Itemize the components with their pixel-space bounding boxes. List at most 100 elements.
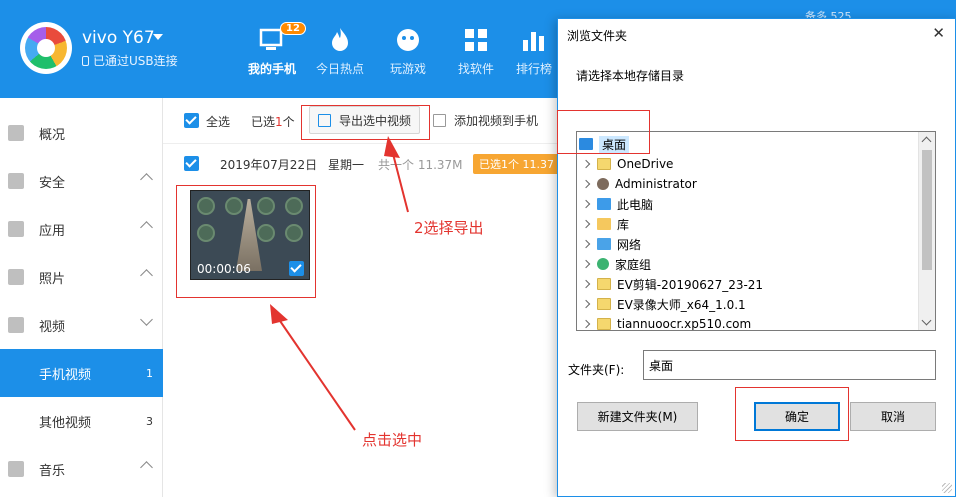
tree-item-network[interactable]: 网络 [577, 234, 920, 254]
add-video-button[interactable]: 添加视频到手机 [425, 106, 546, 134]
tree-item-library[interactable]: 库 [577, 214, 920, 234]
tree-item-tiannuoocr[interactable]: tiannuoocr.xp510.com [577, 314, 920, 331]
sidebar-item-security[interactable]: 安全 [0, 157, 163, 205]
tree-item-label: 网络 [617, 237, 642, 252]
device-dropdown-icon[interactable] [153, 34, 163, 40]
expand-icon[interactable] [581, 199, 591, 209]
dialog-prompt: 请选择本地存储目录 [576, 69, 685, 83]
tree-item-label: 库 [617, 217, 630, 232]
tree-item-ev-edit[interactable]: EV剪辑-20190627_23-21 [577, 274, 920, 294]
date-group-checkbox[interactable] [184, 156, 199, 171]
device-status: 已通过USB连接 [82, 52, 178, 69]
nav-badge: 12 [280, 22, 306, 35]
nav-software[interactable]: 找软件 [444, 26, 508, 77]
scroll-thumb[interactable] [922, 150, 932, 270]
date-text: 2019年07月22日 [220, 158, 318, 172]
tree-item-label: EV录像大师_x64_1.0.1 [617, 297, 746, 312]
tree-item-label: OneDrive [617, 157, 674, 171]
total-size-text: 共一个 11.37M [378, 158, 463, 172]
nav-hot-today[interactable]: 今日热点 [308, 26, 372, 77]
expand-icon[interactable] [581, 159, 591, 169]
computer-icon [597, 198, 611, 210]
sidebar-item-label: 概况 [39, 127, 66, 143]
chevron-up-icon [140, 173, 153, 186]
expand-icon[interactable] [581, 319, 591, 329]
chevron-up-icon [140, 221, 153, 234]
tree-item-label: tiannuoocr.xp510.com [617, 317, 752, 331]
game-pad-icon [397, 29, 419, 51]
tree-item-label: Administrator [615, 177, 697, 191]
scroll-up-icon[interactable] [921, 136, 932, 147]
tree-item-this-pc[interactable]: 此电脑 [577, 194, 920, 214]
tree-item-label: 家庭组 [615, 257, 652, 272]
sidebar-item-phone-videos[interactable]: 手机视频 1 [0, 349, 163, 397]
tree-scrollbar[interactable] [918, 132, 935, 330]
sidebar-item-photos[interactable]: 照片 [0, 253, 163, 301]
sidebar-item-videos[interactable]: 视频 [0, 301, 163, 349]
chevron-up-icon [140, 269, 153, 282]
selected-badge: 已选1个 11.37 [473, 154, 560, 174]
expand-icon[interactable] [581, 239, 591, 249]
nav-label: 我的手机 [247, 62, 296, 76]
tree-item-label: EV剪辑-20190627_23-21 [617, 277, 764, 292]
sidebar-item-overview[interactable]: 概况 [0, 109, 163, 157]
annotation-desktop-box [557, 110, 650, 154]
cancel-button[interactable]: 取消 [850, 402, 936, 431]
resize-grip-icon[interactable] [942, 483, 952, 493]
nav-games[interactable]: 玩游戏 [376, 26, 440, 77]
folder-icon [597, 158, 611, 170]
folder-field-label: 文件夹(F): [568, 363, 625, 377]
shield-icon [8, 173, 24, 189]
tree-item-onedrive[interactable]: OneDrive [577, 154, 920, 174]
selected-suffix: 个 [282, 115, 295, 129]
expand-icon[interactable] [581, 279, 591, 289]
sidebar-item-music[interactable]: 音乐 [0, 445, 163, 493]
sidebar-item-label: 安全 [39, 175, 66, 191]
annotation-step2-text: 2选择导出 [414, 219, 484, 237]
sidebar-item-other-videos[interactable]: 其他视频 3 [0, 397, 163, 445]
expand-icon[interactable] [581, 179, 591, 189]
usb-icon [82, 56, 89, 66]
add-icon [433, 113, 446, 127]
folder-icon [597, 298, 611, 310]
apps-grid-icon [465, 29, 487, 51]
sidebar: 概况 安全 应用 照片 视频 手机视频 1 其他视频 3 音乐 [0, 98, 163, 497]
annotation-step1-text: 点击选中 [362, 431, 423, 449]
device-status-text: 已通过USB连接 [93, 54, 178, 68]
dialog-title: 浏览文件夹 [567, 29, 628, 43]
new-folder-button[interactable]: 新建文件夹(M) [577, 402, 698, 431]
sidebar-item-count: 3 [146, 414, 153, 428]
selected-prefix: 已选 [251, 115, 276, 129]
nav-my-phone[interactable]: 12 我的手机 [240, 22, 306, 77]
home-icon [8, 125, 24, 141]
sidebar-item-label: 其他视频 [39, 415, 92, 431]
nav-ranking[interactable]: 排行榜 [512, 26, 556, 77]
expand-icon[interactable] [581, 259, 591, 269]
network-icon [597, 238, 611, 250]
annotation-ok-box [735, 387, 849, 441]
tree-item-ev-recorder[interactable]: EV录像大师_x64_1.0.1 [577, 294, 920, 314]
folder-input[interactable] [643, 350, 936, 380]
scroll-down-icon[interactable] [921, 315, 932, 326]
tree-item-label: 此电脑 [617, 197, 654, 212]
sidebar-item-label: 视频 [39, 319, 66, 335]
apps-icon [8, 221, 24, 237]
tree-item-homegroup[interactable]: 家庭组 [577, 254, 920, 274]
expand-icon[interactable] [581, 219, 591, 229]
sidebar-item-label: 音乐 [39, 463, 66, 479]
folder-tree[interactable]: 桌面 OneDrive Administrator 此电脑 库 网络 家庭组 E… [576, 131, 936, 331]
sidebar-item-apps[interactable]: 应用 [0, 205, 163, 253]
select-all-label[interactable]: 全选 [206, 113, 230, 130]
expand-icon[interactable] [581, 299, 591, 309]
device-name[interactable]: vivo Y67 [82, 28, 155, 48]
nav-label: 今日热点 [315, 62, 364, 76]
close-icon[interactable]: ✕ [932, 24, 945, 42]
sidebar-item-label: 手机视频 [39, 367, 92, 383]
select-all-checkbox[interactable] [184, 113, 199, 128]
add-label: 添加视频到手机 [454, 113, 539, 128]
tree-item-administrator[interactable]: Administrator [577, 174, 920, 194]
homegroup-icon [597, 258, 609, 270]
app-logo-icon [20, 22, 72, 74]
nav-label: 玩游戏 [389, 62, 426, 76]
sidebar-item-count: 1 [146, 366, 153, 380]
